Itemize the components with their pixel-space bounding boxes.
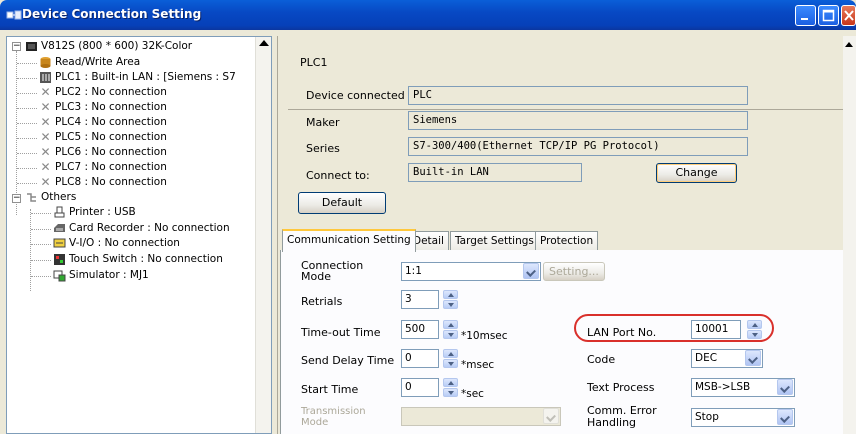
pane-scrollbar[interactable] [843,36,856,434]
printer-icon [54,206,65,218]
close-icon [844,10,854,21]
spin-up-icon[interactable] [443,378,458,387]
start-time-label: Start Time [301,383,359,396]
plc-heading: PLC1 [300,56,328,69]
plc-device-icon [40,72,51,83]
tree-collapse-others[interactable]: − [12,194,21,203]
spin-up-icon[interactable] [443,349,458,358]
simulator-icon [53,270,66,282]
timeout-label: Time-out Time [301,326,381,339]
retrials-input[interactable]: 3 [401,290,439,309]
scroll-up-icon[interactable] [259,40,269,46]
maker-label: Maker [306,116,340,129]
series-label: Series [306,142,340,155]
close-button[interactable] [841,5,856,26]
card-recorder-icon [54,224,65,232]
comm-error-label: Comm. Error Handling [587,404,657,429]
start-time-input[interactable]: 0 [401,378,439,397]
tab-protection[interactable]: Protection [535,231,599,250]
chevron-down-icon[interactable] [745,350,761,366]
others-icon [27,193,36,202]
transmission-mode-label: Transmission Mode [301,406,366,428]
send-delay-unit: *msec [461,359,495,371]
tab-target-settings[interactable]: Target Settings [450,231,539,250]
no-connection-icon: ✕ [40,100,51,114]
spin-down-icon[interactable] [443,388,458,397]
chevron-down-icon[interactable] [777,409,793,425]
timeout-input[interactable]: 500 [401,320,439,339]
tree-scrollbar[interactable] [255,37,271,433]
start-time-unit: *sec [461,388,484,400]
code-label: Code [587,353,616,366]
change-button[interactable]: Change [656,163,737,183]
chevron-down-icon[interactable] [523,263,539,279]
network-device-icon [6,10,22,20]
device-tree[interactable]: − V812S (800 * 600) 32K-Color Read/Write… [6,36,272,434]
device-connected-label: Device connected [306,89,405,102]
connect-to-label: Connect to: [306,169,370,182]
maximize-button[interactable] [818,5,839,26]
maker-value: Siemens [408,111,748,130]
minimize-icon [801,18,808,20]
send-delay-stepper[interactable] [443,349,458,368]
code-select[interactable]: DEC [691,349,763,368]
spin-down-icon[interactable] [443,300,458,309]
comm-error-select[interactable]: Stop [691,408,795,427]
database-icon [40,57,51,68]
minimize-button[interactable] [795,5,816,26]
no-connection-icon: ✕ [40,145,51,159]
touch-switch-icon [54,254,65,265]
window-title: Device Connection Setting [22,7,202,21]
transmission-mode-select[interactable] [401,407,561,426]
vio-icon [53,238,66,248]
tree-collapse-root[interactable]: − [12,42,21,51]
no-connection-icon: ✕ [40,130,51,144]
spin-up-icon[interactable] [443,290,458,299]
text-process-label: Text Process [587,381,655,394]
chevron-down-icon[interactable] [543,408,559,424]
settings-pane: PLC1 Device connected PLC Maker Siemens … [277,36,856,434]
timeout-stepper[interactable] [443,320,458,339]
send-delay-input[interactable]: 0 [401,349,439,368]
no-connection-icon: ✕ [40,175,51,189]
scroll-up-icon[interactable] [845,42,853,47]
series-value: S7-300/400(Ethernet TCP/IP PG Protocol) [408,137,748,156]
default-button[interactable]: Default [298,192,386,214]
tab-communication-setting[interactable]: Communication Setting [282,229,416,252]
spin-down-icon[interactable] [443,359,458,368]
text-process-select[interactable]: MSB->LSB [691,378,795,397]
retrials-stepper[interactable] [443,290,458,309]
timeout-unit: *10msec [461,330,508,342]
maximize-icon [822,9,835,22]
spin-down-icon[interactable] [443,330,458,339]
retrials-label: Retrials [301,295,343,308]
chevron-down-icon[interactable] [777,379,793,395]
no-connection-icon: ✕ [40,160,51,174]
setting-button[interactable]: Setting... [543,262,605,281]
send-delay-label: Send Delay Time [301,354,395,367]
connection-mode-select[interactable]: 1:1 [401,262,541,281]
start-time-stepper[interactable] [443,378,458,397]
divider [288,109,843,110]
communication-panel: Connection Mode 1:1 Setting... Retrials … [280,250,855,434]
highlight-ring [574,314,774,342]
connect-to-value: Built-in LAN [408,163,582,182]
device-connected-value: PLC [408,86,748,105]
connection-mode-label: Connection Mode [301,259,364,283]
no-connection-icon: ✕ [40,85,51,99]
no-connection-icon: ✕ [40,115,51,129]
monitor-icon [26,42,37,51]
tab-strip: Communication Setting Detail Target Sett… [280,229,855,252]
window-titlebar: Device Connection Setting [0,0,856,30]
spin-up-icon[interactable] [443,320,458,329]
